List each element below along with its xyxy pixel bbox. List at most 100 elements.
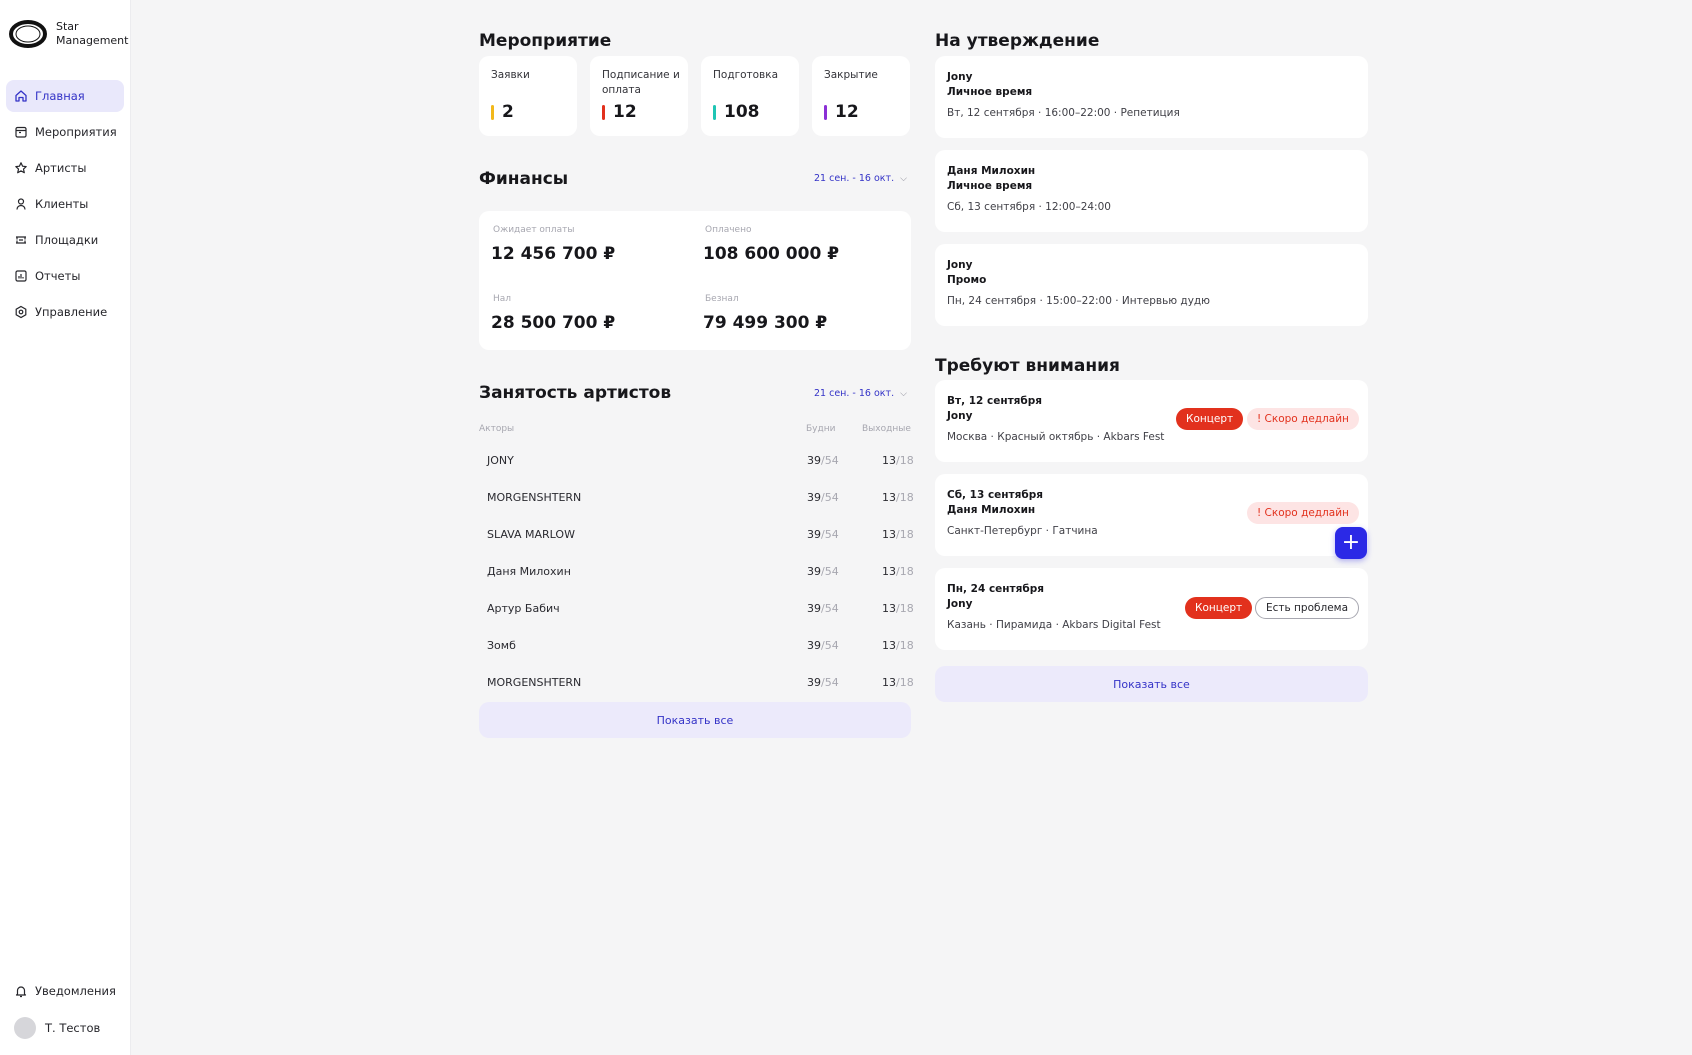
weekdays-value: 39/54 <box>807 491 839 504</box>
brand-name-line2: Management <box>56 34 129 47</box>
used: 39 <box>807 454 821 467</box>
weekdays-value: 39/54 <box>807 676 839 689</box>
attention-card[interactable]: Пн, 24 сентября Jony Казань · Пирамида ·… <box>935 568 1368 650</box>
approval-card[interactable]: Jony Личное время Вт, 12 сентября · 16:0… <box>935 56 1368 138</box>
total: /54 <box>821 639 839 652</box>
table-row[interactable]: Артур Бабич 39/54 13/18 <box>479 592 914 628</box>
stat-card-closing[interactable]: Закрытие 12 <box>812 56 910 136</box>
weekdays-value: 39/54 <box>807 454 839 467</box>
nav-item-clients[interactable]: Клиенты <box>6 188 124 220</box>
col-header-weekdays: Будни <box>806 424 836 434</box>
finance-date-range[interactable]: 21 сен. - 16 окт. ⌵ <box>814 173 907 184</box>
used: 39 <box>807 565 821 578</box>
attention-show-all-button[interactable]: Показать все <box>935 666 1368 702</box>
stat-card-requests[interactable]: Заявки 2 <box>479 56 577 136</box>
stat-value: 2 <box>491 102 514 122</box>
approval-type: Личное время <box>947 180 1033 192</box>
cash-label: Нал <box>493 294 512 304</box>
attention-artist: Даня Милохин <box>947 504 1036 516</box>
nav-item-home[interactable]: Главная <box>6 80 124 112</box>
report-icon <box>15 270 27 282</box>
stat-color-bar <box>824 104 827 120</box>
nav-item-reports[interactable]: Отчеты <box>6 260 124 292</box>
occupancy-title: Занятость артистов <box>479 383 672 403</box>
nav-item-label: Площадки <box>35 233 99 247</box>
table-row[interactable]: MORGENSHTERN 39/54 13/18 <box>479 666 914 702</box>
nav-item-label: Артисты <box>35 161 87 175</box>
deadline-badge[interactable]: ! Скоро дедлайн <box>1247 502 1359 524</box>
add-button[interactable]: + <box>1335 527 1367 559</box>
attention-date: Вт, 12 сентября <box>947 395 1043 407</box>
approval-card[interactable]: Даня Милохин Личное время Сб, 13 сентябр… <box>935 150 1368 232</box>
col-header-actors: Акторы <box>479 424 515 434</box>
table-row[interactable]: Зомб 39/54 13/18 <box>479 629 914 665</box>
total: /54 <box>821 602 839 615</box>
nav-item-venues[interactable]: Площадки <box>6 224 124 256</box>
weekends-value: 13/18 <box>882 491 914 504</box>
approval-artist: Jony <box>947 71 973 83</box>
used: 39 <box>807 639 821 652</box>
table-row[interactable]: JONY 39/54 13/18 <box>479 444 914 480</box>
table-row[interactable]: SLAVA MARLOW 39/54 13/18 <box>479 518 914 554</box>
approval-type: Личное время <box>947 86 1033 98</box>
calendar-icon <box>15 126 27 138</box>
nav-item-label: Мероприятия <box>35 125 117 139</box>
weekdays-value: 39/54 <box>807 639 839 652</box>
problem-badge[interactable]: Есть проблема <box>1255 597 1360 619</box>
nav-item-notifications[interactable]: Уведомления <box>6 975 124 1007</box>
nav-item-label: Управление <box>35 305 108 319</box>
awaiting-value: 12 456 700 ₽ <box>491 244 616 264</box>
weekends-value: 13/18 <box>882 676 914 689</box>
artist-name: Даня Милохин <box>487 565 571 578</box>
stat-card-preparation[interactable]: Подготовка 108 <box>701 56 799 136</box>
table-row[interactable]: MORGENSHTERN 39/54 13/18 <box>479 481 914 517</box>
nav-item-events[interactable]: Мероприятия <box>6 116 124 148</box>
weekends-value: 13/18 <box>882 639 914 652</box>
stat-card-signing[interactable]: Подписание и оплата 12 <box>590 56 688 136</box>
approval-title: На утверждение <box>935 31 1100 51</box>
brand-logo[interactable]: Star Management <box>8 18 128 50</box>
artist-name: JONY <box>487 454 514 467</box>
attention-card[interactable]: Сб, 13 сентября Даня Милохин Санкт-Петер… <box>935 474 1368 556</box>
approval-details: Вт, 12 сентября · 16:00–22:00 · Репетици… <box>947 107 1180 119</box>
brand-name: Star Management <box>56 20 128 48</box>
cashless-label: Безнал <box>705 294 739 304</box>
attention-card[interactable]: Вт, 12 сентября Jony Москва · Красный ок… <box>935 380 1368 462</box>
settings-icon <box>15 305 27 319</box>
venue-icon <box>16 236 26 244</box>
used: 13 <box>882 639 896 652</box>
finance-card: Ожидает оплаты 12 456 700 ₽ Оплачено 108… <box>479 211 911 350</box>
weekends-value: 13/18 <box>882 565 914 578</box>
attention-artist: Jony <box>947 410 973 422</box>
used: 13 <box>882 528 896 541</box>
deadline-badge[interactable]: ! Скоро дедлайн <box>1247 408 1359 430</box>
attention-title: Требуют внимания <box>935 356 1120 376</box>
stat-number: 12 <box>835 102 859 122</box>
occupancy-show-all-button[interactable]: Показать все <box>479 702 911 738</box>
approval-details: Пн, 24 сентября · 15:00–22:00 · Интервью… <box>947 295 1211 307</box>
table-row[interactable]: Даня Милохин 39/54 13/18 <box>479 555 914 591</box>
artist-name: MORGENSHTERN <box>487 491 582 504</box>
approval-artist: Даня Милохин <box>947 165 1036 177</box>
date-range-label: 21 сен. - 16 окт. <box>814 173 895 184</box>
attention-artist: Jony <box>947 598 973 610</box>
weekends-value: 13/18 <box>882 602 914 615</box>
concert-tag[interactable]: Концерт <box>1185 597 1253 619</box>
total: /18 <box>896 602 914 615</box>
occupancy-date-range[interactable]: 21 сен. - 16 окт. ⌵ <box>814 388 907 399</box>
user-profile[interactable]: Т. Тестов <box>14 1017 100 1039</box>
stat-number: 12 <box>613 102 637 122</box>
finance-title: Финансы <box>479 169 569 189</box>
nav-item-management[interactable]: Управление <box>6 296 124 328</box>
approval-card[interactable]: Jony Промо Пн, 24 сентября · 15:00–22:00… <box>935 244 1368 326</box>
used: 39 <box>807 528 821 541</box>
stat-color-bar <box>602 104 605 120</box>
nav-item-artists[interactable]: Артисты <box>6 152 124 184</box>
stat-number: 108 <box>724 102 760 122</box>
concert-tag[interactable]: Концерт <box>1176 408 1244 430</box>
stat-label: Подготовка <box>713 69 779 81</box>
stat-label: Заявки <box>491 69 530 81</box>
cashless-value: 79 499 300 ₽ <box>703 313 828 333</box>
attention-details: Казань · Пирамида · Akbars Digital Fest <box>947 619 1161 631</box>
attention-details: Санкт-Петербург · Гатчина <box>947 525 1098 537</box>
